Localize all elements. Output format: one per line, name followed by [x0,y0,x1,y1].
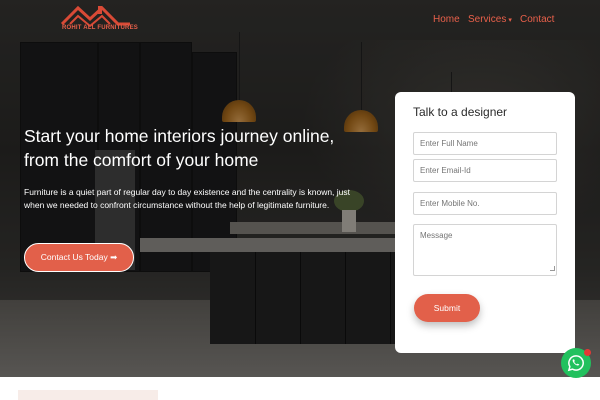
chevron-down-icon: ▾ [508,17,512,24]
whatsapp-icon [567,355,584,372]
hero-headline: Start your home interiors journey online… [24,124,354,172]
nav-contact-link[interactable]: Contact [520,14,554,25]
hero-headline-line: from the comfort of your home [24,150,259,170]
contact-us-button[interactable]: Contact Us Today ➡ [24,243,134,272]
mobile-field[interactable] [413,192,557,215]
resize-handle-icon[interactable] [550,266,555,271]
designer-form-card: Talk to a designer Submit [395,92,575,353]
logo-text: ROHIT ALL FURNITURES [62,25,138,31]
email-field[interactable] [413,159,557,182]
nav-services-menu[interactable]: Services ▾ [468,14,512,25]
hero-headline-line: Start your home interiors journey online… [24,126,335,146]
hero-description: Furniture is a quiet part of regular day… [24,187,351,210]
submit-button[interactable]: Submit [414,294,480,322]
full-name-field[interactable] [413,132,557,155]
message-field[interactable] [413,224,557,276]
next-section-card [18,390,158,400]
nav-services-label: Services [468,14,507,25]
notification-dot [584,349,591,356]
nav-home-link[interactable]: Home [433,14,460,25]
form-title: Talk to a designer [413,105,508,119]
